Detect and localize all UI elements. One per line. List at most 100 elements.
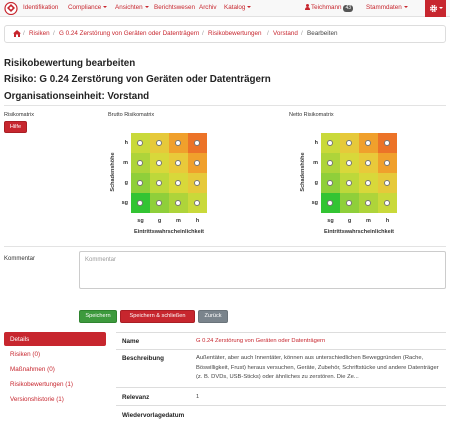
radio-icon[interactable] [156,180,162,186]
brutto-matrix-cell[interactable] [131,193,150,213]
sidebar-item-risiken[interactable]: Risiken (0) [4,351,106,358]
brutto-matrix-cell[interactable] [150,153,169,173]
brutto-matrix-cell[interactable] [188,133,207,153]
brutto-matrix-cell[interactable] [169,153,188,173]
netto-matrix-cell[interactable] [321,133,340,153]
radio-icon[interactable] [194,180,200,186]
brutto-row-label: h [124,140,128,146]
netto-matrix-cell[interactable] [378,193,397,213]
radio-icon[interactable] [346,140,352,146]
radio-icon[interactable] [175,140,181,146]
radio-icon[interactable] [156,140,162,146]
brutto-matrix-cell[interactable] [169,193,188,213]
logo-icon[interactable] [4,2,18,15]
settings-button[interactable] [425,0,446,17]
netto-matrix-cell[interactable] [359,133,378,153]
home-icon[interactable] [13,30,21,37]
chevron-down-icon [144,6,149,9]
radio-icon[interactable] [327,160,333,166]
netto-matrix-cell[interactable] [321,173,340,193]
netto-matrix-cell[interactable] [359,153,378,173]
netto-matrix-cell[interactable] [378,133,397,153]
brutto-matrix-cell[interactable] [169,133,188,153]
save-button[interactable]: Speichern [79,310,117,323]
breadcrumb-risikobewertungen[interactable]: Risikobewertungen [208,30,262,37]
breadcrumb-separator: / [53,30,55,37]
breadcrumb-risiken[interactable]: Risiken [29,30,50,37]
breadcrumb-vorstand[interactable]: Vorstand [273,30,298,37]
nav-compliance-label: Compliance [68,4,102,11]
brutto-matrix-cell[interactable] [131,173,150,193]
netto-matrix-cell[interactable] [359,173,378,193]
save-close-button[interactable]: Speichern & schließen [120,310,195,323]
breadcrumb-risk-name[interactable]: G 0.24 Zerstörung von Geräten oder Daten… [59,30,199,37]
radio-icon[interactable] [175,160,181,166]
nav-stammdaten[interactable]: Stammdaten [366,4,408,11]
netto-matrix-cell[interactable] [378,153,397,173]
netto-matrix-cell[interactable] [340,133,359,153]
radio-icon[interactable] [346,200,352,206]
sidebar-item-risikobewertungen[interactable]: Risikobewertungen (1) [4,381,106,388]
radio-icon[interactable] [346,160,352,166]
sidebar-item-details[interactable]: Details [4,332,106,346]
netto-matrix-cell[interactable] [359,193,378,213]
sidebar-item-versionshistorie[interactable]: Versionshistorie (1) [4,396,106,403]
radio-icon[interactable] [384,160,390,166]
radio-icon[interactable] [175,180,181,186]
radio-icon[interactable] [346,180,352,186]
netto-matrix-cell[interactable] [340,193,359,213]
nav-berichtswesen[interactable]: Berichtswesen [154,4,195,11]
radio-icon[interactable] [384,200,390,206]
nav-compliance[interactable]: Compliance [68,4,108,11]
radio-icon[interactable] [365,200,371,206]
brutto-matrix-cell[interactable] [150,173,169,193]
brutto-x-axis-label: Eintrittswahrscheinlichkeit [134,229,204,235]
brutto-matrix-cell[interactable] [150,133,169,153]
radio-icon[interactable] [194,160,200,166]
sidebar-item-massnahmen[interactable]: Maßnahmen (0) [4,366,106,373]
radio-icon[interactable] [194,140,200,146]
netto-matrix-cell[interactable] [378,173,397,193]
comment-textarea[interactable]: Kommentar [79,251,446,289]
chevron-down-icon [439,7,443,9]
netto-matrix-cell[interactable] [321,193,340,213]
brutto-matrix-cell[interactable] [188,153,207,173]
radio-icon[interactable] [365,140,371,146]
detail-key: Name [122,338,140,345]
radio-icon[interactable] [365,160,371,166]
radio-icon[interactable] [194,200,200,206]
radio-icon[interactable] [156,200,162,206]
radio-icon[interactable] [137,140,143,146]
netto-col-label: m [366,218,371,224]
netto-matrix-cell[interactable] [340,173,359,193]
radio-icon[interactable] [327,140,333,146]
radio-icon[interactable] [327,200,333,206]
brutto-matrix-cell[interactable] [131,133,150,153]
brutto-matrix-cell[interactable] [169,173,188,193]
help-button[interactable]: Hilfe [4,121,27,133]
nav-identifikation[interactable]: Identifikation [23,4,58,11]
netto-matrix-cell[interactable] [340,153,359,173]
detail-risk-link[interactable]: G 0.24 Zerstörung von Geräten oder Daten… [196,337,441,347]
nav-archiv[interactable]: Archiv [199,4,217,11]
detail-key: Wiedervorlagedatum [122,412,185,419]
radio-icon[interactable] [384,180,390,186]
brutto-matrix-cell[interactable] [150,193,169,213]
radio-icon[interactable] [137,180,143,186]
radio-icon[interactable] [365,180,371,186]
radio-icon[interactable] [137,200,143,206]
radio-icon[interactable] [384,140,390,146]
radio-icon[interactable] [175,200,181,206]
netto-matrix-cell[interactable] [321,153,340,173]
user-menu[interactable]: Teichmann 43 [305,4,354,12]
detail-row-wiedervorlage: Wiedervorlagedatum [116,405,446,425]
nav-ansichten[interactable]: Ansichten [115,4,149,11]
radio-icon[interactable] [137,160,143,166]
back-button[interactable]: Zurück [198,310,228,323]
radio-icon[interactable] [156,160,162,166]
brutto-matrix-cell[interactable] [131,153,150,173]
brutto-matrix-cell[interactable] [188,193,207,213]
nav-katalog[interactable]: Katalog [224,4,252,11]
brutto-matrix-cell[interactable] [188,173,207,193]
radio-icon[interactable] [327,180,333,186]
